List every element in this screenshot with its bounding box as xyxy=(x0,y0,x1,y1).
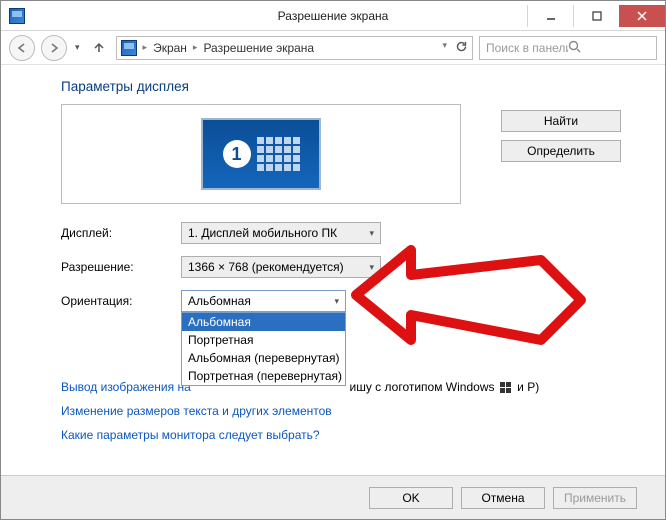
label-display: Дисплей: xyxy=(61,226,181,240)
breadcrumb-item[interactable]: Экран xyxy=(153,41,187,55)
display-preview-row: 1 Найти Определить xyxy=(61,104,621,204)
content-area: Параметры дисплея 1 Найти Определить Дис… xyxy=(1,65,665,442)
find-button[interactable]: Найти xyxy=(501,110,621,132)
chevron-down-icon: ▾ xyxy=(361,262,374,273)
link-monitor-help[interactable]: Какие параметры монитора следует выбрать… xyxy=(61,428,320,442)
display-preview[interactable]: 1 xyxy=(61,104,461,204)
chevron-down-icon[interactable]: ▾ xyxy=(440,40,449,56)
monitor-thumb[interactable]: 1 xyxy=(201,118,321,190)
apply-button[interactable]: Применить xyxy=(553,487,637,509)
app-icon xyxy=(9,8,25,24)
resolution-select[interactable]: 1366 × 768 (рекомендуется) ▾ xyxy=(181,256,381,278)
links-block: Вывод изображения на XXXXXXXXXXXXXXXXXXX… xyxy=(61,380,621,442)
link-project-pre: Вывод изображения на xyxy=(61,380,191,394)
chevron-down-icon: ▾ xyxy=(361,228,374,239)
windows-logo-icon xyxy=(500,382,512,394)
forward-button[interactable] xyxy=(41,35,67,61)
display-select-value: 1. Дисплей мобильного ПК xyxy=(188,226,337,240)
detect-button[interactable]: Определить xyxy=(501,140,621,162)
breadcrumb-item[interactable]: Разрешение экрана xyxy=(203,41,314,55)
row-resolution: Разрешение: 1366 × 768 (рекомендуется) ▾ xyxy=(61,256,621,278)
orientation-option-portrait-flipped[interactable]: Портретная (перевернутая) xyxy=(182,367,345,385)
chevron-right-icon: ▸ xyxy=(191,42,200,53)
maximize-button[interactable] xyxy=(573,5,619,27)
up-button[interactable] xyxy=(88,37,110,59)
link-text-size[interactable]: Изменение размеров текста и других элеме… xyxy=(61,404,332,418)
display-icon xyxy=(121,40,137,56)
link-project-post: ишу с логотипом Windows xyxy=(350,380,495,394)
back-button[interactable] xyxy=(9,35,35,61)
monitor-grid-icon xyxy=(257,137,300,171)
label-orientation: Ориентация: xyxy=(61,294,181,308)
display-actions: Найти Определить xyxy=(501,104,621,162)
cancel-button[interactable]: Отмена xyxy=(461,487,545,509)
close-button[interactable] xyxy=(619,5,665,27)
minimize-button[interactable] xyxy=(527,5,573,27)
orientation-option-landscape[interactable]: Альбомная xyxy=(182,313,345,331)
row-orientation: Ориентация: Альбомная ▾ xyxy=(61,290,621,312)
section-title: Параметры дисплея xyxy=(61,79,621,94)
history-dropdown-icon[interactable]: ▾ xyxy=(73,42,82,53)
resolution-select-value: 1366 × 768 (рекомендуется) xyxy=(188,260,344,274)
orientation-select[interactable]: Альбомная ▾ xyxy=(181,290,346,312)
orientation-dropdown[interactable]: Альбомная Портретная Альбомная (переверн… xyxy=(181,312,346,386)
orientation-option-landscape-flipped[interactable]: Альбомная (перевернутая) xyxy=(182,349,345,367)
refresh-icon[interactable] xyxy=(455,40,468,56)
link-project-tail: и P) xyxy=(517,380,539,394)
window-controls xyxy=(527,5,665,27)
nav-bar: ▾ ▸ Экран ▸ Разрешение экрана ▾ Поиск в … xyxy=(1,31,665,65)
orientation-select-value: Альбомная xyxy=(188,294,251,308)
search-icon xyxy=(568,40,650,56)
title-bar: Разрешение экрана xyxy=(1,1,665,31)
label-resolution: Разрешение: xyxy=(61,260,181,274)
monitor-number: 1 xyxy=(223,140,251,168)
address-bar[interactable]: ▸ Экран ▸ Разрешение экрана ▾ xyxy=(116,36,473,60)
search-placeholder: Поиск в панели управления xyxy=(486,41,568,55)
row-display: Дисплей: 1. Дисплей мобильного ПК ▾ xyxy=(61,222,621,244)
chevron-down-icon: ▾ xyxy=(326,296,339,307)
chevron-right-icon: ▸ xyxy=(141,42,150,53)
orientation-option-portrait[interactable]: Портретная xyxy=(182,331,345,349)
display-select[interactable]: 1. Дисплей мобильного ПК ▾ xyxy=(181,222,381,244)
window-title: Разрешение экрана xyxy=(278,9,389,23)
search-input[interactable]: Поиск в панели управления xyxy=(479,36,657,60)
ok-button[interactable]: OK xyxy=(369,487,453,509)
dialog-footer: OK Отмена Применить xyxy=(1,475,665,519)
